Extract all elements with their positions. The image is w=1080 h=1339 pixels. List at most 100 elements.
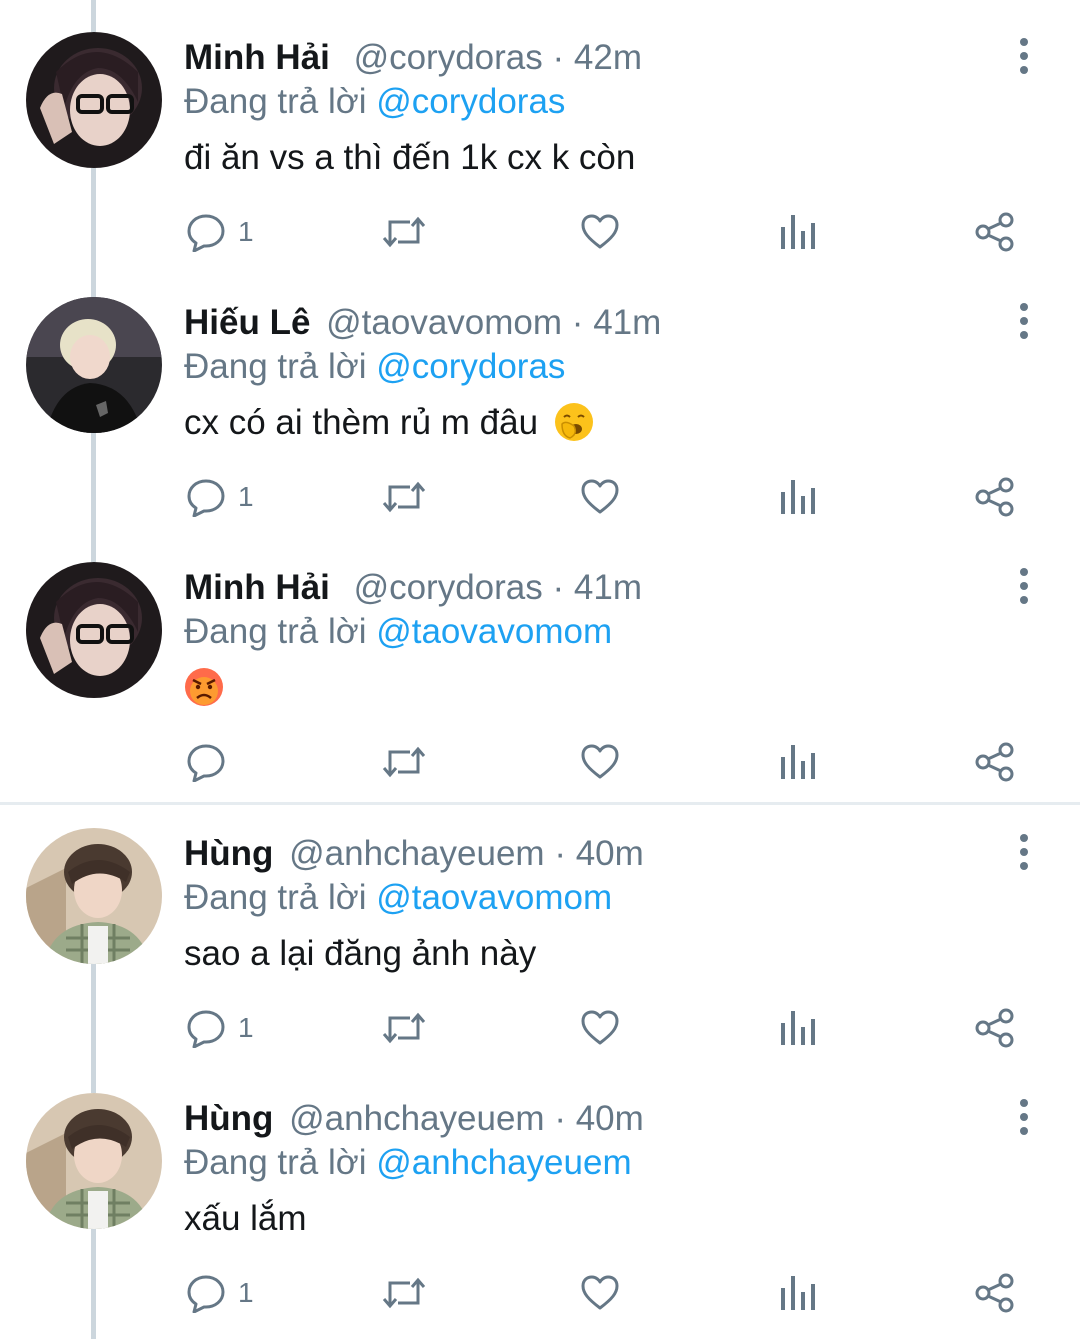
timestamp[interactable]: 42m: [574, 38, 642, 77]
retweet-button[interactable]: [382, 471, 426, 523]
tweet-actions: 1: [0, 206, 1080, 258]
heart-icon: [581, 744, 619, 779]
reply-mention-link[interactable]: @corydoras: [376, 82, 565, 121]
like-button[interactable]: [580, 471, 620, 523]
reply-mention-link[interactable]: @anhchayeuem: [376, 1143, 631, 1182]
avatar[interactable]: [26, 297, 162, 433]
tweet-text-content: cx có ai thèm rủ m đâu: [184, 403, 539, 442]
tweet[interactable]: Hiếu Lê @taovavomom · 41m Đang trả lời @…: [0, 265, 1080, 530]
user-handle[interactable]: @corydoras: [354, 568, 543, 607]
reply-icon: [187, 1010, 225, 1048]
tweet-actions: 1: [0, 1267, 1080, 1319]
reply-context: Đang trả lời @taovavomom: [184, 610, 612, 654]
timestamp[interactable]: 41m: [593, 303, 661, 342]
timestamp[interactable]: 41m: [574, 568, 642, 607]
thread-line: [91, 0, 96, 32]
reply-mention-link[interactable]: @corydoras: [376, 347, 565, 386]
analytics-icon: [781, 215, 815, 249]
heart-icon: [581, 479, 619, 514]
user-handle[interactable]: @anhchayeuem: [289, 834, 544, 873]
share-button[interactable]: [974, 206, 1016, 258]
reply-context: Đang trả lời @anhchayeuem: [184, 1141, 632, 1185]
heart-icon: [581, 214, 619, 249]
thread-line: [91, 265, 96, 297]
share-icon: [975, 1008, 1014, 1048]
separator-dot: ·: [554, 1099, 576, 1138]
display-name[interactable]: Hiếu Lê: [184, 303, 310, 342]
retweet-button[interactable]: [382, 1267, 426, 1319]
like-button[interactable]: [580, 1267, 620, 1319]
analytics-button[interactable]: [780, 471, 816, 523]
analytics-icon: [781, 1011, 815, 1045]
avatar[interactable]: [26, 828, 162, 964]
share-button[interactable]: [974, 471, 1016, 523]
reply-icon: [187, 214, 225, 252]
like-button[interactable]: [580, 1002, 620, 1054]
user-handle[interactable]: @taovavomom: [326, 303, 562, 342]
tweet-text-content: đi ăn vs a thì đến 1k cx k còn: [184, 138, 636, 177]
reply-button[interactable]: [186, 736, 238, 788]
tweet-header: Hùng @anhchayeuem · 40m: [184, 1097, 644, 1141]
more-options-icon[interactable]: [1004, 301, 1044, 341]
retweet-button[interactable]: [382, 736, 426, 788]
avatar[interactable]: [26, 32, 162, 168]
tweet-text: [184, 666, 224, 710]
share-icon: [975, 742, 1014, 782]
share-button[interactable]: [974, 736, 1016, 788]
reply-button[interactable]: 1: [186, 471, 254, 523]
analytics-icon: [781, 745, 815, 779]
display-name[interactable]: Minh Hải: [184, 38, 330, 77]
analytics-button[interactable]: [780, 1267, 816, 1319]
analytics-button[interactable]: [780, 736, 816, 788]
share-icon: [975, 477, 1014, 517]
retweet-icon: [382, 1012, 426, 1044]
reply-button[interactable]: 1: [186, 1267, 254, 1319]
user-handle[interactable]: @corydoras: [354, 38, 543, 77]
reply-context: Đang trả lời @corydoras: [184, 80, 565, 124]
reply-count: 1: [238, 216, 254, 247]
analytics-button[interactable]: [780, 206, 816, 258]
display-name[interactable]: Hùng: [184, 834, 273, 873]
tweet[interactable]: Hùng @anhchayeuem · 40m Đang trả lời @an…: [0, 1061, 1080, 1339]
separator-dot: ·: [571, 303, 594, 342]
reply-mention-link[interactable]: @taovavomom: [376, 612, 612, 651]
share-button[interactable]: [974, 1267, 1016, 1319]
heart-icon: [581, 1275, 619, 1310]
reply-count: 1: [238, 1012, 254, 1043]
timestamp[interactable]: 40m: [576, 1099, 644, 1138]
reply-count: 1: [238, 481, 254, 512]
avatar[interactable]: [26, 1093, 162, 1229]
more-options-icon[interactable]: [1004, 1097, 1044, 1137]
tweet-text: sao a lại đăng ảnh này: [184, 932, 536, 976]
thread-line: [91, 1061, 96, 1093]
tweet-text-content: sao a lại đăng ảnh này: [184, 934, 537, 973]
avatar[interactable]: [26, 562, 162, 698]
tweet[interactable]: Minh Hải @corydoras · 42m Đang trả lời @…: [0, 0, 1080, 265]
reply-mention-link[interactable]: @taovavomom: [376, 878, 612, 917]
retweet-button[interactable]: [382, 1002, 426, 1054]
share-button[interactable]: [974, 1002, 1016, 1054]
timestamp[interactable]: 40m: [576, 834, 644, 873]
more-options-icon[interactable]: [1004, 36, 1044, 76]
reply-count: 1: [238, 1277, 254, 1308]
more-options-icon[interactable]: [1004, 832, 1044, 872]
share-icon: [975, 212, 1014, 252]
retweet-button[interactable]: [382, 206, 426, 258]
user-handle[interactable]: @anhchayeuem: [289, 1099, 544, 1138]
display-name[interactable]: Minh Hải: [184, 568, 330, 607]
more-options-icon[interactable]: [1004, 566, 1044, 606]
tweet[interactable]: Minh Hải @corydoras · 41m Đang trả lời @…: [0, 530, 1080, 795]
retweet-icon: [382, 216, 426, 248]
tweet[interactable]: Hùng @anhchayeuem · 40m Đang trả lời @ta…: [0, 796, 1080, 1061]
tweet-text: xấu lắm: [184, 1197, 307, 1241]
reply-prefix: Đang trả lời: [184, 612, 367, 651]
display-name[interactable]: Hùng: [184, 1099, 273, 1138]
reply-icon: [187, 1275, 225, 1313]
analytics-button[interactable]: [780, 1002, 816, 1054]
reply-button[interactable]: 1: [186, 1002, 254, 1054]
retweet-icon: [382, 481, 426, 513]
like-button[interactable]: [580, 206, 620, 258]
tweet-actions: 1: [0, 471, 1080, 523]
like-button[interactable]: [580, 736, 620, 788]
reply-button[interactable]: 1: [186, 206, 254, 258]
